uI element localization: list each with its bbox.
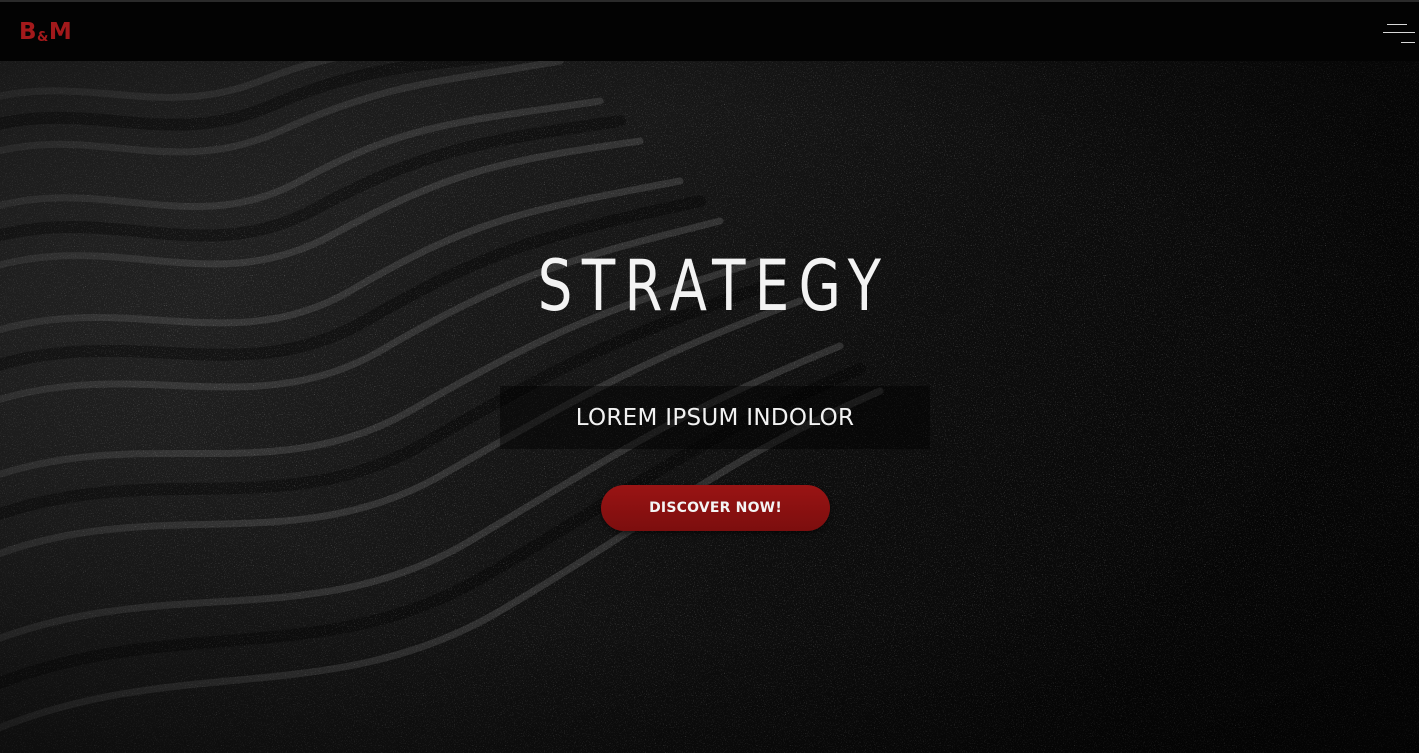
hamburger-menu-icon[interactable] xyxy=(1383,22,1415,48)
logo-letter-m: M xyxy=(48,19,72,45)
hero-title: STRATEGY xyxy=(537,245,891,327)
menu-bar-middle xyxy=(1383,32,1415,33)
hero-section: STRATEGY LOREM IPSUM INDOLOR DISCOVER NO… xyxy=(0,61,1419,753)
hero-subtitle-box: LOREM IPSUM INDOLOR xyxy=(500,386,930,449)
menu-bar-top xyxy=(1387,24,1407,25)
logo-ampersand: & xyxy=(37,30,48,45)
brand-logo[interactable]: B&M xyxy=(19,17,72,53)
logo-letter-b: B xyxy=(19,19,37,45)
discover-now-button[interactable]: DISCOVER NOW! xyxy=(601,485,830,531)
hero-subtitle: LOREM IPSUM INDOLOR xyxy=(575,404,855,431)
top-navbar: B&M xyxy=(0,0,1419,61)
page: B&M STRATEGY LOREM IPSUM INDOLOR DISCOVE… xyxy=(0,0,1419,753)
menu-bar-bottom xyxy=(1401,42,1415,43)
